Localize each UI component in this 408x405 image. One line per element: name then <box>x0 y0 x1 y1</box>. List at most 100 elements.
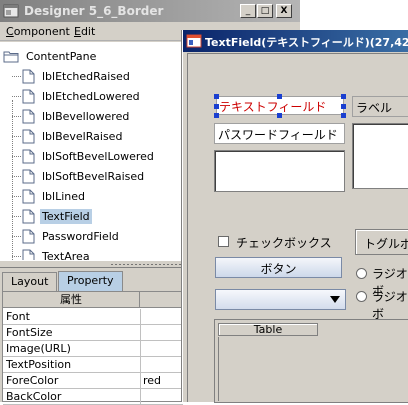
label-widget[interactable]: ラベル <box>352 96 408 117</box>
toggle-button[interactable]: トグルボ <box>355 229 408 255</box>
editor-title: TextField(テキストフィールド)(27,42,13 <box>205 36 408 49</box>
editor-title-bar[interactable]: TextField(テキストフィールド)(27,42,13 <box>183 30 408 52</box>
text-area-right[interactable] <box>352 123 408 189</box>
file-icon <box>22 189 35 203</box>
selection-handle[interactable] <box>341 104 346 109</box>
splitter-grip[interactable] <box>110 263 190 266</box>
column-divider <box>140 357 141 373</box>
property-value[interactable]: red <box>143 373 161 388</box>
radio-button-1[interactable] <box>356 268 367 279</box>
property-name: ForeColor <box>6 374 59 387</box>
tree-item-label: lblEtchedRaised <box>42 69 130 83</box>
maximize-icon: □ <box>260 5 270 16</box>
checkbox-box[interactable] <box>218 236 229 247</box>
selection-handle[interactable] <box>214 104 219 109</box>
tree-item-label: lblSoftBevelLowered <box>42 149 154 163</box>
property-table-header: 属性 <box>3 292 183 308</box>
column-divider <box>140 341 141 357</box>
combo-box[interactable] <box>215 289 346 310</box>
tree-item[interactable]: TextField <box>12 206 92 226</box>
tree-connector <box>12 96 21 97</box>
label-text: ラベル <box>356 101 393 115</box>
app-icon <box>3 4 19 18</box>
folder-icon <box>3 51 19 62</box>
file-icon <box>22 129 35 143</box>
designer-title-bar[interactable]: Designer 5_6_Border _ □ X <box>0 0 300 22</box>
tree-item[interactable]: PasswordField <box>12 226 121 246</box>
tree-item-label: PasswordField <box>42 229 119 243</box>
column-divider <box>140 389 141 405</box>
chevron-down-icon <box>330 296 340 303</box>
tab-layout[interactable]: Layout <box>2 272 58 291</box>
menu-component[interactable]: Component <box>6 25 70 38</box>
maximize-button[interactable]: □ <box>257 4 273 18</box>
push-button-label: ボタン <box>260 262 297 276</box>
password-field-value: パスワードフィールド <box>218 128 338 142</box>
column-divider <box>140 373 141 389</box>
property-row[interactable]: BackColor <box>3 389 183 405</box>
property-row[interactable]: Font <box>3 309 183 325</box>
tree-connector <box>12 256 21 257</box>
menu-edit[interactable]: Edit <box>74 25 95 38</box>
close-icon: X <box>280 5 288 16</box>
file-icon <box>22 249 35 260</box>
file-icon <box>22 89 35 103</box>
tree-item[interactable]: lblSoftBevelRaised <box>12 166 146 186</box>
tree-connector <box>12 176 21 177</box>
table-grid-line <box>218 337 219 401</box>
property-row[interactable]: Image(URL) <box>3 341 183 357</box>
tree-item[interactable]: lblBevelRaised <box>12 126 124 146</box>
minimize-button[interactable]: _ <box>240 4 256 18</box>
property-header-label: 属性 <box>3 292 140 308</box>
tree-item[interactable]: lblSoftBevelLowered <box>12 146 156 166</box>
checkbox-label[interactable]: チェックボックス <box>236 234 332 251</box>
property-row[interactable]: TextPosition <box>3 357 183 373</box>
tree-item-label: lblEtchedLowered <box>42 89 140 103</box>
close-button[interactable]: X <box>276 4 292 18</box>
table-widget[interactable]: Table <box>214 319 408 403</box>
property-row[interactable]: ForeColor red <box>3 373 183 389</box>
tree-item[interactable]: TextArea <box>12 246 92 261</box>
property-name: Font <box>6 310 30 323</box>
column-divider <box>140 309 141 325</box>
text-field-value: テキストフィールド <box>219 100 327 114</box>
column-divider <box>140 325 141 341</box>
radio-button-2[interactable] <box>356 291 367 302</box>
radio-label-2[interactable]: ラジオボ <box>372 288 408 322</box>
file-icon <box>22 229 35 243</box>
tree-root-contentpane[interactable]: ContentPane <box>3 46 98 66</box>
property-table: 属性 Font FontSize Image(URL) TextPosition For… <box>2 291 184 405</box>
selection-handle[interactable] <box>277 113 282 118</box>
tree-connector <box>12 136 21 137</box>
tree-item-label: ContentPane <box>26 49 97 63</box>
toggle-button-label: トグルボ <box>364 237 408 251</box>
app-icon <box>186 34 202 48</box>
tree-item-label: lblSoftBevelRaised <box>42 169 145 183</box>
table-column-header[interactable]: Table <box>218 323 318 336</box>
property-row[interactable]: FontSize <box>3 325 183 341</box>
tree-item-label: TextArea <box>42 249 90 261</box>
minimize-icon: _ <box>245 5 251 16</box>
tree-item[interactable]: lblLined <box>12 186 87 206</box>
selection-handle[interactable] <box>341 113 346 118</box>
designer-title: Designer 5_6_Border <box>24 4 164 18</box>
tree-connector <box>12 116 21 117</box>
file-icon <box>22 149 35 163</box>
tree-item-label: lblLined <box>42 189 86 203</box>
text-area[interactable] <box>214 150 345 192</box>
selection-handle[interactable] <box>214 113 219 118</box>
selection-handle[interactable] <box>341 94 346 99</box>
design-canvas[interactable]: テキストフィールド ラベル パスワードフィールド チェックボックス トグルボ ボ… <box>187 53 408 403</box>
file-icon <box>22 69 35 83</box>
tree-item[interactable]: lblEtchedLowered <box>12 86 142 106</box>
password-field[interactable]: パスワードフィールド <box>214 123 345 144</box>
tree-item-label: TextField <box>40 208 92 224</box>
push-button[interactable]: ボタン <box>215 257 342 278</box>
tree-item[interactable]: lblEtchedRaised <box>12 66 132 86</box>
selection-handle[interactable] <box>214 94 219 99</box>
property-name: TextPosition <box>6 358 72 371</box>
tab-property[interactable]: Property <box>58 271 123 291</box>
selection-handle[interactable] <box>277 94 282 99</box>
tree-item[interactable]: lblBevellowered <box>12 106 131 126</box>
file-icon <box>22 209 35 223</box>
